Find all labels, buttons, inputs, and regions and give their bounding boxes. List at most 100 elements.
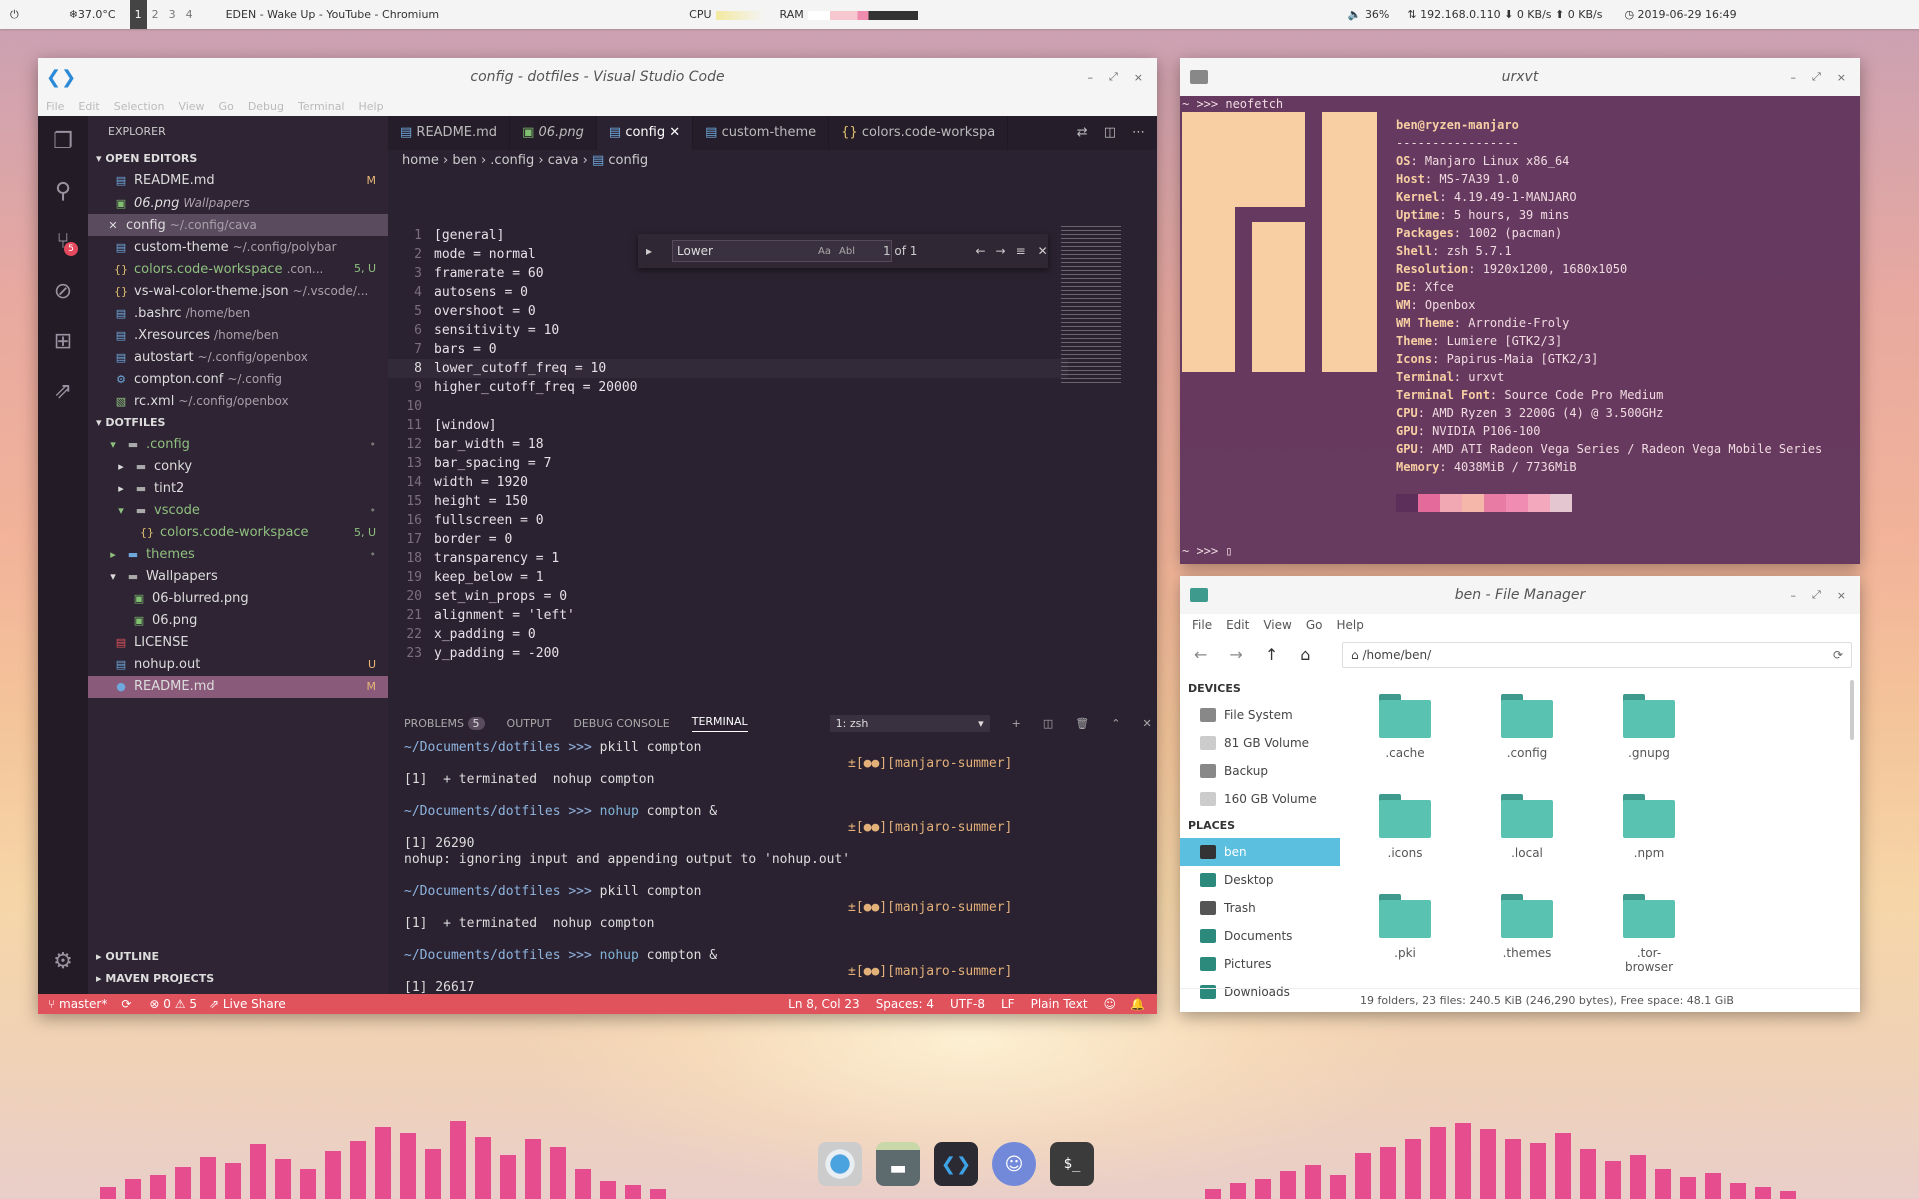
trash-icon[interactable]: 🗑 bbox=[1075, 717, 1089, 730]
open-editor-item[interactable]: ▤ README.md M bbox=[88, 170, 388, 192]
device-item[interactable]: Backup bbox=[1180, 757, 1340, 785]
menu-go[interactable]: Go bbox=[1306, 618, 1323, 632]
forward-icon[interactable]: → bbox=[1229, 645, 1242, 664]
menu-view[interactable]: View bbox=[178, 100, 204, 113]
power-icon[interactable]: ⏻ bbox=[10, 8, 19, 22]
tab-terminal[interactable]: TERMINAL bbox=[691, 715, 748, 732]
maximize-panel-icon[interactable]: ⌃ bbox=[1111, 717, 1120, 730]
git-branch[interactable]: ⑂ master* bbox=[48, 997, 107, 1011]
close-icon[interactable]: ✕ bbox=[669, 125, 680, 140]
tree-file[interactable]: ▣ 06-blurred.png bbox=[88, 588, 388, 610]
folder-item[interactable]: .themes bbox=[1492, 894, 1562, 960]
open-editor-item[interactable]: {} vs-wal-color-theme.json ~/.vscode/... bbox=[88, 280, 388, 302]
find-input[interactable] bbox=[672, 240, 893, 262]
maximize-button[interactable]: ⤢ bbox=[1812, 588, 1821, 602]
tree-folder[interactable]: ▾ ▬ .config • bbox=[88, 434, 388, 456]
urxvt-titlebar[interactable]: urxvt – ⤢ × bbox=[1180, 58, 1860, 96]
chevron-right-icon[interactable]: ▸ bbox=[646, 244, 652, 258]
menu-debug[interactable]: Debug bbox=[248, 100, 284, 113]
live-share-button[interactable]: ⇗ Live Share bbox=[209, 997, 286, 1011]
tree-folder[interactable]: ▾ ▬ vscode • bbox=[88, 500, 388, 522]
workspace-3[interactable]: 3 bbox=[164, 0, 181, 29]
discord-icon[interactable]: ☺ bbox=[992, 1142, 1036, 1186]
breadcrumb-item[interactable]: ben bbox=[452, 153, 477, 168]
whole-word-icon[interactable]: Abl bbox=[839, 246, 855, 257]
minimize-button[interactable]: – bbox=[1790, 71, 1796, 84]
open-editor-item[interactable]: ▣ 06.png Wallpapers bbox=[88, 192, 388, 214]
device-item[interactable]: File System bbox=[1180, 701, 1340, 729]
close-icon[interactable]: ✕ bbox=[106, 215, 120, 236]
tab-custom-theme[interactable]: ▤ custom-theme bbox=[693, 116, 830, 150]
tab-output[interactable]: OUTPUT bbox=[507, 717, 552, 730]
tree-file[interactable]: ▤ LICENSE bbox=[88, 632, 388, 654]
urxvt-terminal[interactable]: ~ >>> neofetch ben@ryzen-manjaro -------… bbox=[1180, 96, 1860, 564]
tab-problems[interactable]: PROBLEMS 5 bbox=[404, 716, 485, 730]
open-editor-item[interactable]: ▤ custom-theme ~/.config/polybar bbox=[88, 236, 388, 258]
open-editor-item[interactable]: ▤ .bashrc/home/ben bbox=[88, 302, 388, 324]
settings-gear-icon[interactable]: ⚙ bbox=[38, 936, 88, 986]
menu-selection[interactable]: Selection bbox=[114, 100, 165, 113]
open-editor-item[interactable]: ⚙ compton.conf ~/.config bbox=[88, 368, 388, 390]
folder-item[interactable]: .config bbox=[1492, 694, 1562, 760]
problems-status[interactable]: ⊗ 0 ⚠ 5 bbox=[149, 997, 197, 1011]
close-icon[interactable]: ✕ bbox=[1038, 244, 1048, 258]
search-icon[interactable]: ⚲ bbox=[38, 166, 88, 216]
breadcrumb-item[interactable]: config bbox=[608, 153, 648, 168]
chromium-icon[interactable] bbox=[818, 1142, 862, 1186]
breadcrumb-item[interactable]: home bbox=[402, 153, 439, 168]
bell-icon[interactable]: 🔔 bbox=[1130, 997, 1145, 1011]
back-icon[interactable]: ← bbox=[1194, 645, 1207, 664]
tree-file[interactable]: {} colors.code-workspace 5, U bbox=[88, 522, 388, 544]
file-manager-icon[interactable]: ▬ bbox=[876, 1142, 920, 1186]
indentation[interactable]: Spaces: 4 bbox=[876, 997, 934, 1011]
tree-folder[interactable]: ▸ ▬ tint2 bbox=[88, 478, 388, 500]
menu-help[interactable]: Help bbox=[359, 100, 384, 113]
breadcrumb-item[interactable]: cava bbox=[548, 153, 579, 168]
tab-debug-console[interactable]: DEBUG CONSOLE bbox=[573, 717, 669, 730]
maximize-button[interactable]: ⤢ bbox=[1109, 70, 1118, 84]
encoding[interactable]: UTF-8 bbox=[950, 997, 985, 1011]
vscode-titlebar[interactable]: ❮❯ config - dotfiles - Visual Studio Cod… bbox=[38, 58, 1157, 96]
tree-file[interactable]: ▤ nohup.out U bbox=[88, 654, 388, 676]
source-control-icon[interactable]: ⑂ 5 bbox=[38, 216, 88, 266]
folder-item[interactable]: .npm bbox=[1614, 794, 1684, 860]
match-case-icon[interactable]: Aa bbox=[818, 246, 831, 257]
maven-section[interactable]: ▸ MAVEN PROJECTS bbox=[88, 968, 388, 990]
breadcrumb-item[interactable]: .config bbox=[490, 153, 534, 168]
live-share-icon[interactable]: ⇗ bbox=[38, 366, 88, 416]
maximize-button[interactable]: ⤢ bbox=[1812, 70, 1821, 84]
extensions-icon[interactable]: ⊞ bbox=[38, 316, 88, 366]
place-item[interactable]: Trash bbox=[1180, 894, 1340, 922]
terminal-icon[interactable]: $_ bbox=[1050, 1142, 1094, 1186]
open-editor-item[interactable]: {} colors.code-workspace .con... 5, U bbox=[88, 258, 388, 280]
split-terminal-icon[interactable]: ◫ bbox=[1043, 717, 1053, 730]
open-editor-item[interactable]: ▤ autostart ~/.config/openbox bbox=[88, 346, 388, 368]
home-icon[interactable]: ⌂ bbox=[1300, 645, 1310, 664]
find-in-selection-icon[interactable]: ≡ bbox=[1016, 244, 1026, 258]
menu-view[interactable]: View bbox=[1263, 618, 1291, 632]
line-ending[interactable]: LF bbox=[1001, 997, 1015, 1011]
sync-icon[interactable]: ⟳ bbox=[121, 997, 131, 1011]
next-match-icon[interactable]: → bbox=[996, 244, 1006, 258]
tab-readme[interactable]: ▤ README.md bbox=[388, 116, 511, 150]
outline-section[interactable]: ▸ OUTLINE bbox=[88, 946, 388, 968]
place-item[interactable]: Documents bbox=[1180, 922, 1340, 950]
menu-terminal[interactable]: Terminal bbox=[298, 100, 345, 113]
code-editor[interactable]: 1 [general] 2 mode = normal 3 framerate = 60 4… bbox=[388, 226, 1068, 663]
minimize-button[interactable]: – bbox=[1087, 71, 1093, 84]
open-editors-section[interactable]: ▾ OPEN EDITORS bbox=[88, 148, 388, 170]
folder-item[interactable]: .local bbox=[1492, 794, 1562, 860]
language-mode[interactable]: Plain Text bbox=[1031, 997, 1088, 1011]
open-editor-item-active[interactable]: ✕ config ~/.config/cava bbox=[88, 214, 388, 236]
menu-edit[interactable]: Edit bbox=[78, 100, 99, 113]
terminal-output[interactable]: ~/Documents/dotfiles >>> pkill compton ±… bbox=[388, 740, 1157, 1014]
tree-folder[interactable]: ▸ ▬ themes • bbox=[88, 544, 388, 566]
menu-go[interactable]: Go bbox=[219, 100, 234, 113]
smiley-feedback-icon[interactable]: ☺ bbox=[1104, 997, 1117, 1011]
refresh-icon[interactable]: ⟳ bbox=[1833, 643, 1843, 667]
folder-item[interactable]: .icons bbox=[1370, 794, 1440, 860]
split-editor-icon[interactable]: ◫ bbox=[1104, 116, 1116, 150]
menu-edit[interactable]: Edit bbox=[1226, 618, 1249, 632]
close-button[interactable]: × bbox=[1837, 589, 1846, 602]
debug-icon[interactable]: ⊘ bbox=[38, 266, 88, 316]
